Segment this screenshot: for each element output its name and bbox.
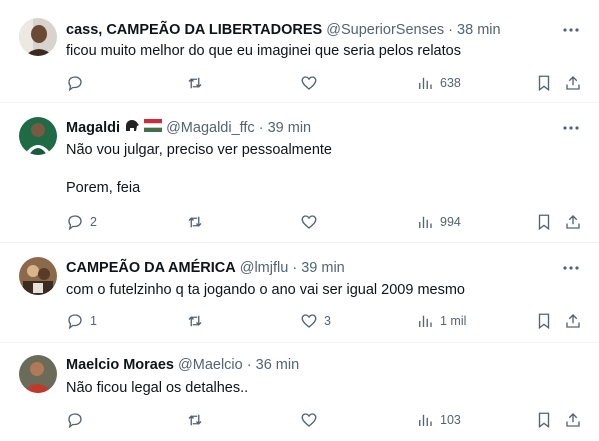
tweet-text-line: ficou muito melhor do que eu imaginei qu…: [66, 43, 461, 59]
retweet-icon: [188, 315, 202, 327]
views-button[interactable]: 638: [416, 72, 461, 94]
user-handle[interactable]: @lmjflu: [240, 260, 289, 276]
tweet-text-line: Porem, feia: [66, 180, 141, 196]
retweet-icon: [188, 77, 202, 89]
share-icon: [566, 76, 580, 90]
reply-icon: [68, 314, 82, 330]
display-name[interactable]: cass, CAMPEÃO DA LIBERTADORES: [66, 22, 322, 38]
like-icon: [301, 215, 317, 229]
tweet-text-line: Não ficou legal os detalhes..: [66, 380, 249, 396]
separator-dot: ·: [258, 120, 264, 136]
retweet-button[interactable]: [186, 409, 210, 431]
reply-count: 1: [90, 314, 97, 328]
reply-button[interactable]: 2: [66, 211, 97, 233]
share-icon: [566, 215, 580, 229]
hungary-flag-icon: [144, 118, 163, 138]
like-count: 3: [324, 314, 331, 328]
views-icon: [419, 414, 432, 426]
bookmark-button[interactable]: [535, 211, 553, 233]
views-button[interactable]: 103: [416, 409, 461, 431]
share-button[interactable]: [564, 72, 582, 94]
like-button[interactable]: 3: [300, 310, 331, 332]
user-handle[interactable]: @SuperiorSenses: [326, 22, 444, 38]
action-bar: 2 994: [60, 211, 588, 233]
tweet-header: CAMPEÃO DA AMÉRICA @lmjflu · 39 min: [66, 258, 345, 278]
share-icon: [566, 413, 580, 427]
bookmark-icon: [538, 412, 550, 429]
more-icon[interactable]: [561, 118, 581, 138]
bookmark-button[interactable]: [535, 72, 553, 94]
display-name[interactable]: Maelcio Moraes: [66, 357, 174, 373]
retweet-icon: [188, 216, 202, 228]
gorilla-emoji-icon: [124, 118, 140, 138]
views-button[interactable]: 1 mil: [416, 310, 466, 332]
share-button[interactable]: [564, 409, 582, 431]
retweet-icon: [188, 414, 202, 426]
reply-icon: [68, 215, 82, 231]
timestamp[interactable]: 38 min: [457, 22, 501, 38]
bookmark-button[interactable]: [535, 310, 553, 332]
action-bar: 103: [60, 409, 588, 431]
tweet[interactable]: CAMPEÃO DA AMÉRICA @lmjflu · 39 min com …: [0, 243, 599, 343]
views-icon: [419, 77, 432, 89]
like-icon: [301, 76, 317, 90]
views-count: 994: [440, 215, 461, 229]
user-handle[interactable]: @Magaldi_ffc: [166, 120, 255, 136]
retweet-button[interactable]: [186, 310, 210, 332]
separator-dot: ·: [292, 260, 298, 276]
separator-dot: ·: [448, 22, 454, 38]
reply-button[interactable]: [66, 72, 90, 94]
bookmark-button[interactable]: [535, 409, 553, 431]
reply-icon: [68, 76, 82, 92]
tweet[interactable]: Magaldi @Magaldi_ffc · 39 min Não vou ju…: [0, 103, 599, 243]
tweet-header: Maelcio Moraes @Maelcio · 36 min: [66, 355, 299, 375]
retweet-button[interactable]: [186, 72, 210, 94]
reply-button[interactable]: [66, 409, 90, 431]
like-button[interactable]: [300, 72, 324, 94]
separator-dot: ·: [246, 357, 252, 373]
timestamp[interactable]: 36 min: [256, 357, 300, 373]
like-icon: [301, 413, 317, 427]
like-button[interactable]: [300, 211, 324, 233]
more-icon[interactable]: [561, 20, 581, 40]
views-count: 1 mil: [440, 314, 467, 328]
retweet-button[interactable]: [186, 211, 210, 233]
user-handle[interactable]: @Maelcio: [178, 357, 243, 373]
tweet[interactable]: Maelcio Moraes @Maelcio · 36 min Não fic…: [0, 343, 599, 441]
display-name[interactable]: CAMPEÃO DA AMÉRICA: [66, 260, 236, 276]
action-bar: 1 3 1 mil: [60, 310, 588, 332]
like-button[interactable]: [300, 409, 324, 431]
avatar[interactable]: [19, 257, 57, 295]
action-bar: 638: [60, 72, 588, 94]
reply-button[interactable]: 1: [66, 310, 97, 332]
bookmark-icon: [538, 214, 550, 231]
bookmark-icon: [538, 75, 550, 92]
like-icon: [301, 314, 317, 328]
avatar[interactable]: [19, 117, 57, 155]
timestamp[interactable]: 39 min: [268, 120, 312, 136]
share-icon: [566, 314, 580, 328]
avatar[interactable]: [19, 355, 57, 393]
tweet-text-line: com o futelzinho q ta jogando o ano vai …: [66, 282, 465, 298]
share-button[interactable]: [564, 211, 582, 233]
views-count: 103: [440, 413, 461, 427]
share-button[interactable]: [564, 310, 582, 332]
tweet[interactable]: cass, CAMPEÃO DA LIBERTADORES @SuperiorS…: [0, 0, 599, 103]
reply-count: 2: [90, 215, 97, 229]
bookmark-icon: [538, 313, 550, 330]
tweet-header: Magaldi @Magaldi_ffc · 39 min: [66, 118, 311, 138]
avatar[interactable]: [19, 18, 57, 56]
more-icon[interactable]: [561, 258, 581, 278]
views-count: 638: [440, 76, 461, 90]
views-button[interactable]: 994: [416, 211, 461, 233]
tweet-text-line: Não vou julgar, preciso ver pessoalmente: [66, 142, 332, 158]
views-icon: [419, 315, 432, 327]
views-icon: [419, 216, 432, 228]
timestamp[interactable]: 39 min: [301, 260, 345, 276]
tweet-header: cass, CAMPEÃO DA LIBERTADORES @SuperiorS…: [66, 20, 501, 40]
reply-icon: [68, 413, 82, 429]
display-name[interactable]: Magaldi: [66, 120, 120, 136]
